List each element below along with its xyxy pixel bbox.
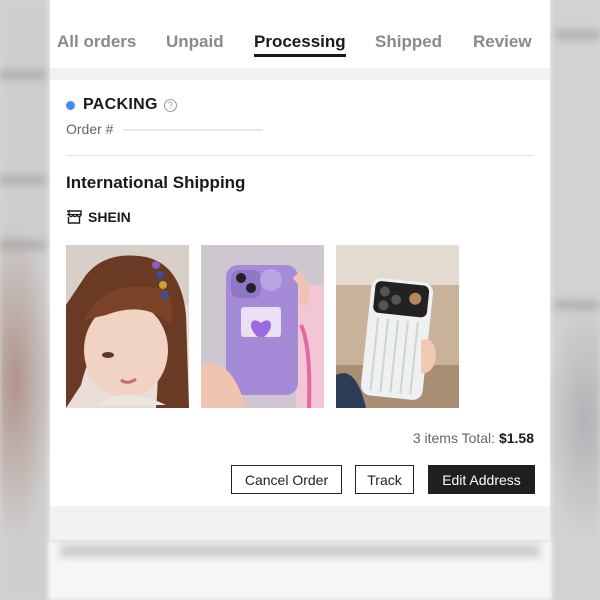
- status-label: PACKING: [83, 96, 158, 113]
- backdrop-stripe: [0, 175, 45, 185]
- order-card: All orders Unpaid Processing Shipped Rev…: [50, 0, 550, 540]
- tab-review[interactable]: Review: [473, 32, 532, 52]
- tab-unpaid[interactable]: Unpaid: [166, 32, 224, 52]
- divider: [66, 155, 534, 156]
- order-total: 3 items Total: $1.58: [413, 430, 534, 446]
- backdrop-stripe: [555, 300, 600, 310]
- tab-all-orders[interactable]: All orders: [57, 32, 136, 52]
- item-image-purple-case[interactable]: [201, 245, 324, 408]
- store-row[interactable]: SHEIN: [66, 209, 131, 225]
- item-image-white-case[interactable]: [336, 245, 459, 408]
- backdrop-stripe: [0, 70, 45, 80]
- store-name: SHEIN: [88, 209, 131, 225]
- tab-shipped[interactable]: Shipped: [375, 32, 442, 52]
- section-separator: [50, 506, 550, 540]
- store-icon: [67, 210, 82, 224]
- edit-address-button[interactable]: Edit Address: [428, 465, 535, 494]
- item-thumbnails: [66, 245, 471, 408]
- item-image-hair-clip[interactable]: [66, 245, 189, 408]
- tab-processing[interactable]: Processing: [254, 32, 346, 52]
- active-tab-indicator: [254, 54, 346, 57]
- total-prefix: 3 items Total:: [412, 430, 499, 446]
- status-dot-icon: [66, 100, 75, 110]
- track-button[interactable]: Track: [355, 465, 414, 494]
- total-value: $1.58: [498, 430, 534, 446]
- order-number-value-redacted: [123, 129, 264, 131]
- backdrop-stripe: [0, 240, 45, 250]
- order-number-label: Order #: [66, 121, 114, 137]
- backdrop-stripe: [555, 30, 600, 40]
- order-status: PACKING ?: [66, 96, 177, 114]
- order-tabs: All orders Unpaid Processing Shipped Rev…: [50, 0, 550, 68]
- order-number-row: Order #: [66, 121, 264, 137]
- backdrop-stripe: [60, 545, 540, 557]
- cancel-order-button[interactable]: Cancel Order: [231, 465, 342, 494]
- question-circle-icon[interactable]: ?: [163, 98, 177, 112]
- section-separator: [50, 68, 550, 80]
- shipping-type-title: International Shipping: [66, 173, 246, 192]
